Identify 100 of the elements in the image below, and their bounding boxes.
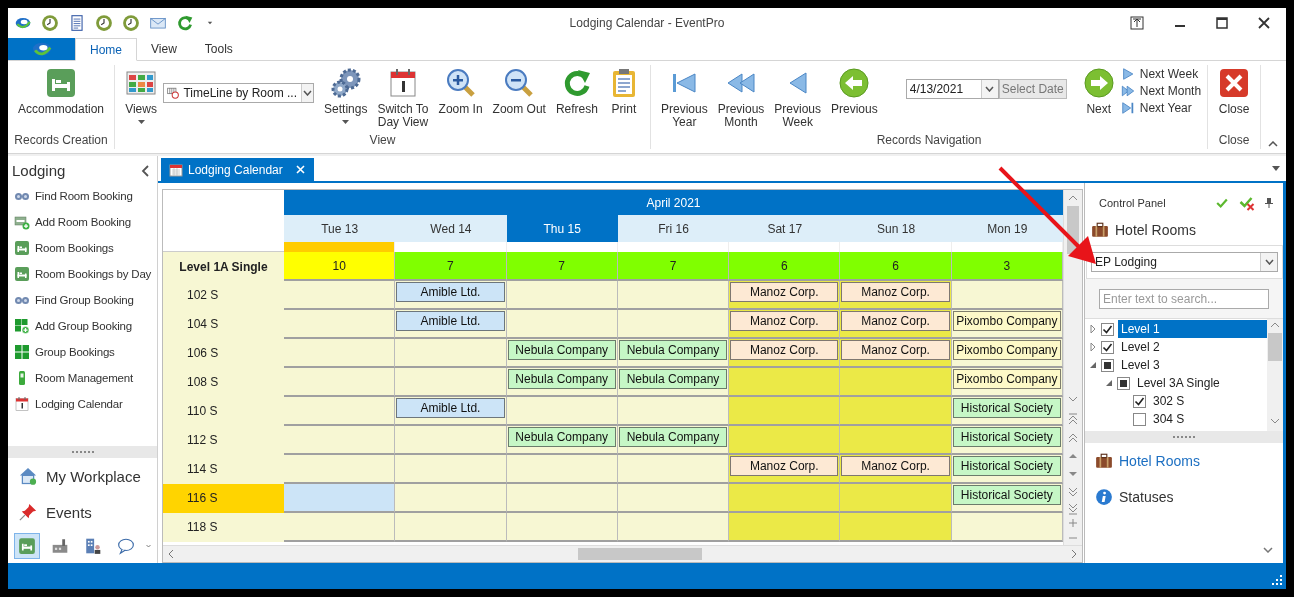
calendar-cell[interactable] — [617, 397, 730, 426]
calendar-cell[interactable]: Historical Society — [951, 397, 1063, 426]
date-field[interactable]: 4/13/2021 — [905, 79, 999, 99]
calendar-cell[interactable]: Historical Society — [951, 484, 1063, 513]
chevron-down-icon[interactable] — [146, 543, 151, 549]
ribbon-button[interactable]: Next Year — [1120, 101, 1202, 115]
calendar-cell[interactable] — [284, 397, 396, 426]
tree-item[interactable]: Level 1 — [1118, 320, 1267, 338]
day-header[interactable]: Sat 17 — [729, 215, 841, 242]
room-label[interactable]: 114 S — [163, 455, 284, 484]
calendar-cell[interactable] — [506, 310, 618, 339]
ribbon-button[interactable]: Zoom Out — [488, 65, 550, 118]
calendar-cell[interactable]: Manoz Corp. — [840, 281, 952, 310]
calendar-cell[interactable]: Nebula Company — [617, 339, 730, 368]
document-icon[interactable] — [68, 14, 86, 32]
calendar-cell[interactable] — [729, 368, 841, 397]
sidebar-section[interactable]: Events — [8, 494, 157, 530]
room-label[interactable]: 110 S — [163, 397, 284, 426]
booking-block[interactable]: Pixombo Company — [952, 340, 1061, 360]
refresh-icon[interactable] — [176, 14, 194, 32]
day-header[interactable]: Tue 13 — [284, 215, 396, 242]
ribbon-button[interactable]: Previous Week — [770, 65, 825, 131]
ribbon-button[interactable]: Close — [1214, 65, 1255, 118]
room-label[interactable]: 102 S — [163, 281, 284, 310]
booking-block[interactable]: Amible Ltd. — [396, 398, 505, 418]
booking-block[interactable]: Manoz Corp. — [730, 340, 839, 360]
scroll-right-icon[interactable] — [1070, 549, 1078, 559]
calendar-cell[interactable] — [506, 484, 618, 513]
room-label[interactable]: 118 S — [163, 513, 284, 542]
ribbon-button[interactable]: Settings — [320, 65, 372, 126]
resize-grip-icon[interactable] — [1272, 575, 1282, 585]
calendar-cell[interactable]: Amible Ltd. — [395, 281, 507, 310]
booking-block[interactable]: Pixombo Company — [952, 369, 1061, 389]
calendar-cell[interactable]: Manoz Corp. — [840, 455, 952, 484]
chevron-down-icon[interactable] — [1263, 547, 1273, 553]
sidebar-section[interactable]: My Workplace — [8, 458, 157, 494]
application-menu-button[interactable] — [8, 38, 75, 60]
clock-icon[interactable] — [41, 14, 59, 32]
calendar-cell[interactable]: Pixombo Company — [951, 368, 1063, 397]
sidebar-item[interactable]: Find Group Booking — [8, 287, 157, 313]
sidebar-item[interactable]: Add Room Booking — [8, 209, 157, 235]
calendar-cell[interactable]: Nebula Company — [617, 368, 730, 397]
ribbon-button[interactable]: Next Week — [1120, 67, 1202, 81]
ribbon-button[interactable]: Switch To Day View — [373, 65, 433, 131]
checkbox[interactable] — [1117, 376, 1130, 390]
ribbon-button[interactable]: Zoom In — [434, 65, 487, 118]
collapse-icon[interactable] — [141, 164, 149, 177]
sidebar-item[interactable]: Add Group Booking — [8, 313, 157, 339]
calendar-cell[interactable]: Manoz Corp. — [729, 310, 841, 339]
sidebar-item[interactable]: Room Bookings by Day — [8, 261, 157, 287]
calendar-cell[interactable] — [506, 455, 618, 484]
ribbon-button[interactable]: Views — [121, 65, 162, 126]
booking-block[interactable]: Manoz Corp. — [730, 282, 839, 302]
calendar-cell[interactable] — [395, 368, 507, 397]
booking-block[interactable]: Manoz Corp. — [841, 456, 950, 476]
calendar-cell[interactable] — [284, 339, 396, 368]
lodging-dropdown[interactable]: EP Lodging — [1091, 252, 1278, 272]
booking-block[interactable]: Amible Ltd. — [396, 282, 505, 302]
checkbox[interactable] — [1133, 412, 1146, 426]
room-label[interactable]: 104 S — [163, 310, 284, 339]
booking-block[interactable]: Historical Society — [952, 485, 1061, 505]
booking-block[interactable]: Nebula Company — [618, 340, 728, 360]
sidebar-item[interactable]: Room Management — [8, 365, 157, 391]
calendar-cell[interactable] — [840, 513, 952, 542]
calendar-cell[interactable] — [617, 310, 730, 339]
calendar-cell[interactable] — [840, 368, 952, 397]
booking-block[interactable]: Nebula Company — [507, 369, 616, 389]
room-label[interactable]: 116 S — [163, 484, 284, 513]
calendar-cell[interactable] — [284, 513, 396, 542]
clear-check-icon[interactable] — [1239, 195, 1255, 211]
calendar-cell[interactable]: Manoz Corp. — [840, 339, 952, 368]
ribbon-button[interactable]: Previous — [827, 65, 882, 118]
calendar-cell[interactable]: Amible Ltd. — [395, 397, 507, 426]
calendar-cell[interactable] — [284, 281, 396, 310]
checkbox[interactable] — [1101, 358, 1114, 372]
calendar-cell[interactable]: Pixombo Company — [951, 339, 1063, 368]
calendar-cell[interactable] — [951, 513, 1063, 542]
calendar-cell[interactable] — [617, 513, 730, 542]
expander-icon[interactable] — [1089, 361, 1097, 369]
vertical-scrollbar[interactable] — [1267, 319, 1283, 431]
calendar-cell[interactable] — [284, 426, 396, 455]
checkbox[interactable] — [1133, 394, 1146, 408]
calendar-cell[interactable]: Historical Society — [951, 455, 1063, 484]
calendar-cell[interactable]: Historical Society — [951, 426, 1063, 455]
calendar-cell[interactable] — [840, 397, 952, 426]
calendar-cell[interactable] — [506, 513, 618, 542]
booking-block[interactable]: Manoz Corp. — [841, 282, 950, 302]
calendar-cell[interactable]: Manoz Corp. — [840, 310, 952, 339]
grip-icon[interactable] — [1172, 435, 1196, 439]
calendar-cell[interactable]: Nebula Company — [506, 426, 618, 455]
calendar-cell[interactable] — [951, 281, 1063, 310]
day-header[interactable]: Thu 15 — [506, 215, 618, 242]
calendar-cell[interactable]: Nebula Company — [506, 339, 618, 368]
document-tab[interactable]: Lodging Calendar — [161, 158, 314, 181]
day-header[interactable]: Sun 18 — [840, 215, 952, 242]
caret-icon[interactable] — [1272, 166, 1280, 171]
ribbon-tab[interactable]: Tools — [190, 38, 247, 60]
calendar-cell[interactable] — [284, 484, 396, 513]
sidebar-item[interactable]: Lodging Calendar — [8, 391, 157, 417]
day-header[interactable]: Wed 14 — [395, 215, 507, 242]
